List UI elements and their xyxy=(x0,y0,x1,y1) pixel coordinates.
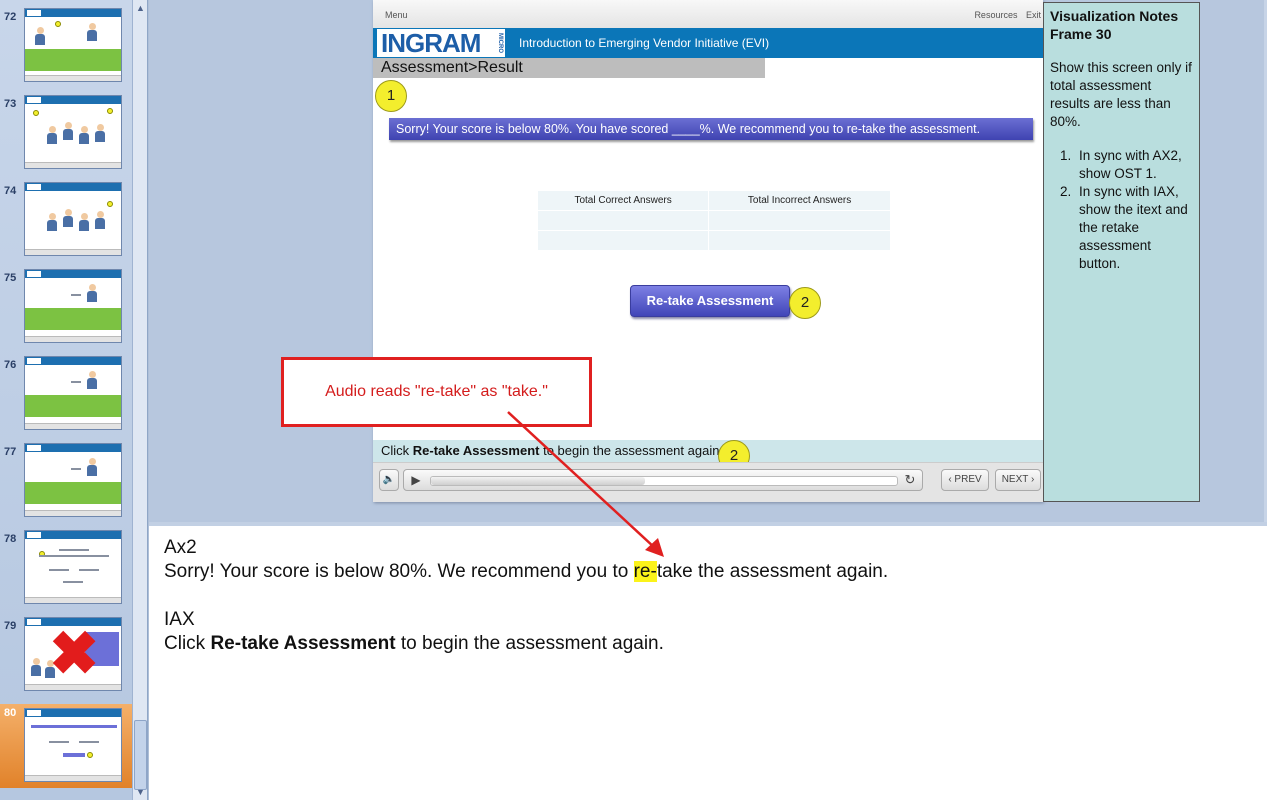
breadcrumb: Assessment>Result xyxy=(373,58,765,78)
slide-preview xyxy=(24,443,122,517)
course-banner: INGRAM MICRO Introduction to Emerging Ve… xyxy=(373,28,1043,58)
slide-number: 74 xyxy=(4,185,17,197)
frame-label: Frame 30 xyxy=(1050,26,1112,42)
slide-number: 80 xyxy=(4,707,17,719)
slide-number: 72 xyxy=(4,11,17,23)
course-menu-bar: Menu Resources Exit xyxy=(373,0,1043,28)
instruction-bar: Click Re-take Assessment to begin the as… xyxy=(373,440,1043,462)
visualization-notes-panel: Visualization Notes Frame 30 Show this s… xyxy=(1043,2,1200,502)
prev-button[interactable]: ‹ PREV xyxy=(941,469,989,491)
marker-1-badge: 1 xyxy=(375,80,407,112)
slide-thumbnail-79[interactable]: 79 ✖ xyxy=(0,617,132,697)
notes-intro: Show this screen only if total assessmen… xyxy=(1050,60,1192,129)
slide-thumbnail-77[interactable]: 77 xyxy=(0,443,132,523)
thumbnail-scrollbar[interactable]: ▲ ▼ xyxy=(132,0,147,800)
slide-preview xyxy=(24,8,122,82)
slide-number: 76 xyxy=(4,359,17,371)
playback-bar: ▶ ↻ xyxy=(403,469,923,491)
slide-thumbnail-74[interactable]: 74 xyxy=(0,182,132,262)
progress-track[interactable] xyxy=(430,476,898,486)
table-cell xyxy=(536,230,710,251)
iax-label: IAX xyxy=(164,609,195,630)
notes-title: Visualization Notes xyxy=(1050,8,1179,24)
slide-preview xyxy=(24,269,122,343)
slide-thumbnail-80[interactable]: 80 xyxy=(0,704,132,788)
slide-preview: ✖ xyxy=(24,617,122,691)
review-callout: Audio reads "re-take" as "take." xyxy=(281,357,592,427)
speaker-notes-pane[interactable]: Ax2 Sorry! Your score is below 80%. We r… xyxy=(149,522,1267,800)
slide-preview xyxy=(24,182,122,256)
slide-number: 73 xyxy=(4,98,17,110)
retake-assessment-button[interactable]: Re-take Assessment xyxy=(630,285,790,317)
ax-label: Ax2 xyxy=(164,537,197,558)
slide-number: 78 xyxy=(4,533,17,545)
play-icon[interactable]: ▶ xyxy=(406,470,426,492)
slide-preview xyxy=(24,95,122,169)
slide-preview xyxy=(24,530,122,604)
table-cell xyxy=(536,210,710,231)
table-header-correct: Total Correct Answers xyxy=(536,190,710,211)
slide-thumbnail-pane: 72 73 74 75 76 77 78 79 ✖ 80 ▲ ▼ xyxy=(0,0,148,800)
highlighted-text: re- xyxy=(633,561,657,582)
slide-editing-area: Menu Resources Exit INGRAM MICRO Introdu… xyxy=(149,0,1267,522)
replay-icon[interactable]: ↻ xyxy=(900,470,920,492)
table-header-incorrect: Total Incorrect Answers xyxy=(708,190,891,211)
next-button[interactable]: NEXT › xyxy=(995,469,1041,491)
scroll-down-icon[interactable]: ▼ xyxy=(134,786,147,799)
ax-script: Sorry! Your score is below 80%. We recom… xyxy=(164,561,889,582)
resources-link[interactable]: Resources xyxy=(974,10,1017,20)
slide-thumbnail-72[interactable]: 72 xyxy=(0,8,132,88)
slide-preview xyxy=(24,356,122,430)
score-message-banner: Sorry! Your score is below 80%. You have… xyxy=(389,118,1033,140)
volume-icon[interactable]: 🔈 xyxy=(379,469,399,491)
table-cell xyxy=(708,210,891,231)
slide-thumbnail-76[interactable]: 76 xyxy=(0,356,132,436)
list-item: In sync with IAX, show the itext and the… xyxy=(1075,183,1193,273)
exit-link[interactable]: Exit xyxy=(1026,10,1041,20)
table-cell xyxy=(708,230,891,251)
progress-fill xyxy=(431,477,646,485)
score-table: Total Correct Answers Total Incorrect An… xyxy=(536,190,891,251)
ingram-micro-logo: INGRAM MICRO xyxy=(377,29,505,57)
list-item: In sync with AX2, show OST 1. xyxy=(1075,147,1193,183)
marker-2-badge: 2 xyxy=(789,287,821,319)
course-title: Introduction to Emerging Vendor Initiati… xyxy=(519,36,770,50)
slide-preview xyxy=(24,708,122,782)
slide-thumbnail-78[interactable]: 78 xyxy=(0,530,132,610)
slide-thumbnail-73[interactable]: 73 xyxy=(0,95,132,175)
slide-thumbnail-75[interactable]: 75 xyxy=(0,269,132,349)
player-controls: 🔈 ▶ ↻ ‹ PREV NEXT › xyxy=(373,462,1043,502)
notes-list: In sync with AX2, show OST 1. In sync wi… xyxy=(1050,147,1193,273)
iax-script: Click Re-take Assessment to begin the as… xyxy=(164,633,664,654)
slide-number: 79 xyxy=(4,620,17,632)
scrollbar-thumb[interactable] xyxy=(134,720,147,790)
slide-number: 77 xyxy=(4,446,17,458)
slide-number: 75 xyxy=(4,272,17,284)
x-mark-icon: ✖ xyxy=(49,620,100,687)
menu-link[interactable]: Menu xyxy=(385,10,408,20)
scroll-up-icon[interactable]: ▲ xyxy=(134,2,147,15)
